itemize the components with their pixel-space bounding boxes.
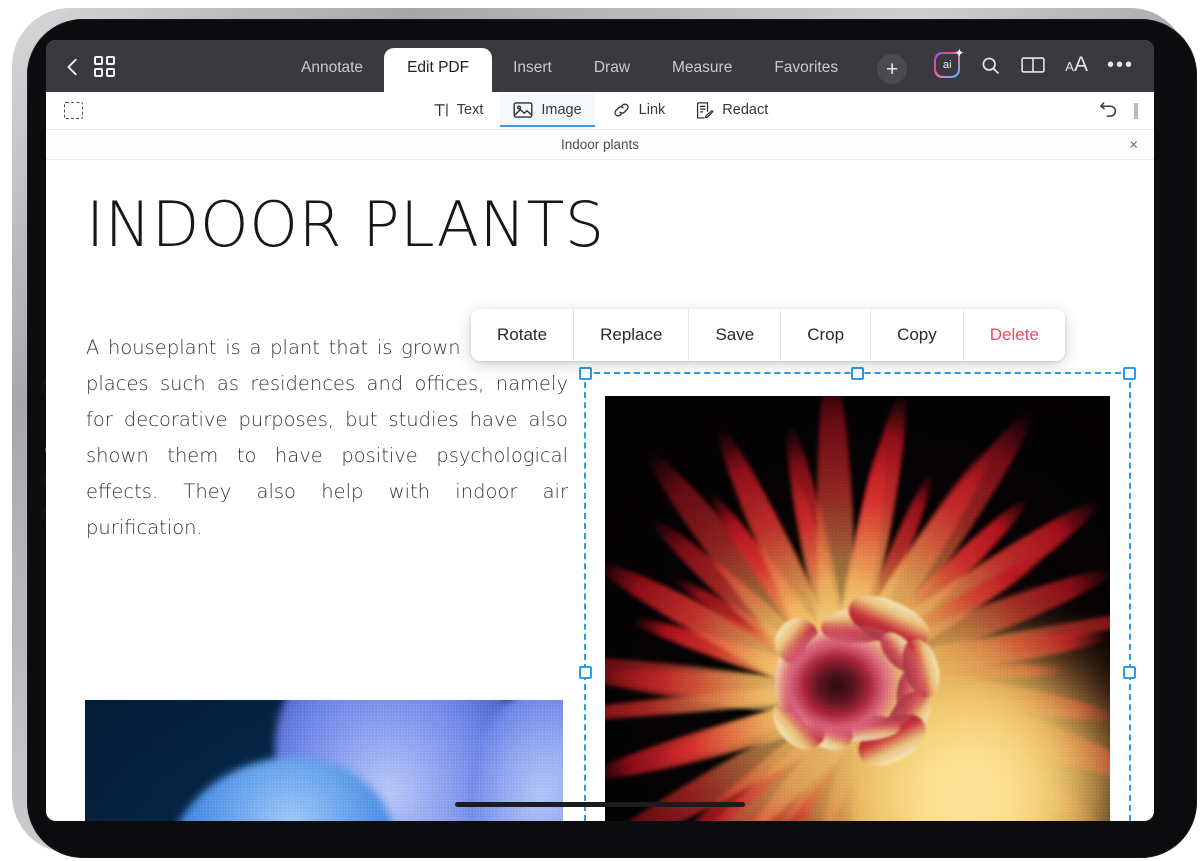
tool-link-label: Link xyxy=(638,102,666,118)
tool-text[interactable]: Text xyxy=(419,94,497,127)
context-menu-copy[interactable]: Copy xyxy=(871,309,964,361)
tab-favorites[interactable]: Favorites xyxy=(753,59,859,92)
context-menu-replace[interactable]: Replace xyxy=(574,309,690,361)
tool-image[interactable]: Image xyxy=(500,94,595,127)
home-indicator[interactable] xyxy=(455,802,745,807)
edit-tool-group: Text Image Link Redact xyxy=(46,92,1154,130)
toolbar-right-controls xyxy=(1098,92,1154,130)
text-cursor-icon xyxy=(434,103,448,117)
document-mode-tabs: Annotate Edit PDF Insert Draw Measure Fa… xyxy=(280,40,924,92)
context-menu-save[interactable]: Save xyxy=(689,309,782,361)
more-options-icon[interactable]: ••• xyxy=(1107,55,1134,75)
tool-redact-label: Redact xyxy=(722,102,769,118)
context-menu-crop[interactable]: Crop xyxy=(781,309,872,361)
page-paragraph: A houseplant is a plant that is grown in… xyxy=(86,336,568,539)
tablet-screen: Annotate Edit PDF Insert Draw Measure Fa… xyxy=(46,40,1154,821)
tab-measure[interactable]: Measure xyxy=(651,59,753,92)
context-menu-rotate[interactable]: Rotate xyxy=(471,309,575,361)
navbar-left-controls xyxy=(46,56,130,92)
redact-icon xyxy=(697,101,714,119)
edit-tools-toolbar: Text Image Link Redact xyxy=(46,92,1154,130)
text-size-icon[interactable]: AA xyxy=(1065,53,1088,77)
selected-object-name: Indoor plants xyxy=(560,137,640,152)
grid-thumbnails-icon xyxy=(94,56,116,78)
page-title: INDOOR PLANTS xyxy=(86,188,605,261)
thumbnail-grid-button[interactable] xyxy=(94,56,116,78)
selected-object-infobar: Indoor plants × xyxy=(46,130,1154,160)
selection-handle-middle-left[interactable] xyxy=(579,665,592,679)
navbar-right-controls: ai ✦ AA ••• xyxy=(924,47,1154,92)
pane-resize-handle-icon[interactable] xyxy=(1134,103,1138,119)
top-navigation-bar: Annotate Edit PDF Insert Draw Measure Fa… xyxy=(46,40,1154,92)
text-size-large-a: A xyxy=(1073,53,1088,76)
add-tab-button[interactable]: + xyxy=(877,54,908,84)
selection-handle-top-center[interactable] xyxy=(851,367,864,380)
screenshot-stage: Annotate Edit PDF Insert Draw Measure Fa… xyxy=(0,0,1200,861)
tab-annotate[interactable]: Annotate xyxy=(280,59,384,92)
tab-draw[interactable]: Draw xyxy=(573,59,651,92)
tool-text-label: Text xyxy=(456,102,484,118)
tool-image-label: Image xyxy=(541,102,582,118)
image-grain-texture xyxy=(605,396,1110,821)
sparkle-icon: ✦ xyxy=(954,46,965,60)
back-button[interactable] xyxy=(62,56,84,78)
link-icon xyxy=(614,103,629,117)
ai-assistant-icon[interactable]: ai ✦ xyxy=(934,47,964,78)
tab-edit-pdf[interactable]: Edit PDF xyxy=(384,48,493,92)
selection-handle-top-right[interactable] xyxy=(1123,367,1136,380)
reading-mode-icon[interactable] xyxy=(1021,55,1045,75)
image-context-menu: Rotate Replace Save Crop Copy Delete xyxy=(471,309,1065,361)
red-dahlia-image[interactable] xyxy=(605,396,1110,821)
pdf-page-canvas[interactable]: INDOOR PLANTS A houseplant is a plant th… xyxy=(46,160,1154,821)
selection-handle-top-left[interactable] xyxy=(579,367,592,380)
image-icon xyxy=(513,102,533,118)
undo-icon[interactable] xyxy=(1098,99,1120,124)
close-icon[interactable]: × xyxy=(1129,137,1138,152)
tool-link[interactable]: Link xyxy=(599,94,679,127)
selection-handle-middle-right[interactable] xyxy=(1123,665,1136,679)
tool-redact[interactable]: Redact xyxy=(682,94,781,128)
context-menu-delete[interactable]: Delete xyxy=(964,309,1065,361)
tab-insert[interactable]: Insert xyxy=(492,59,573,92)
search-icon[interactable] xyxy=(980,55,1001,76)
text-size-small-a: A xyxy=(1065,59,1074,74)
